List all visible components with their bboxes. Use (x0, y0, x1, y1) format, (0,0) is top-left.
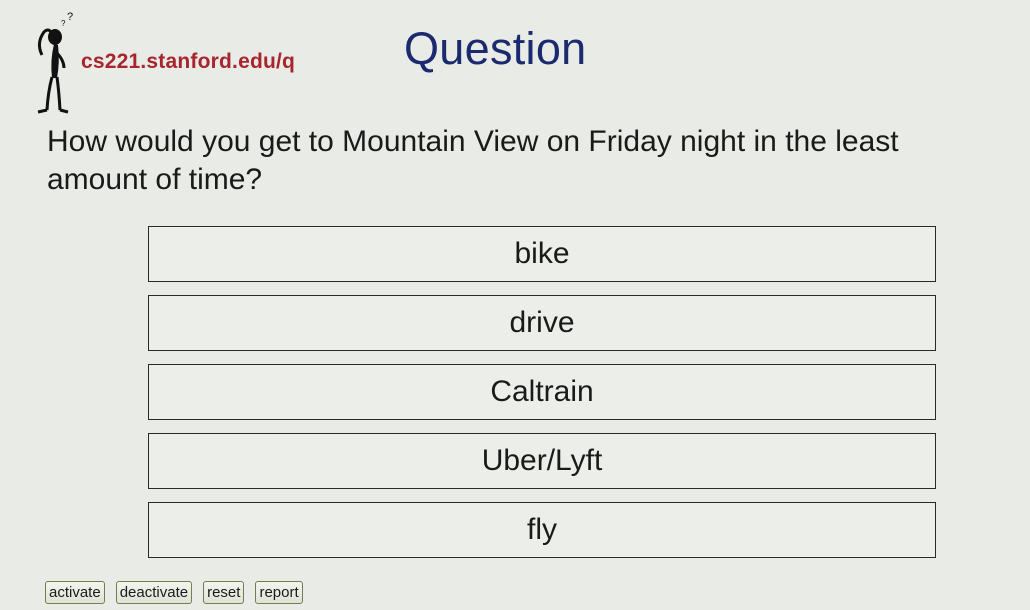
option-label: fly (527, 513, 557, 546)
answer-options: bike drive Caltrain Uber/Lyft fly (148, 226, 936, 571)
page-title: Question (404, 23, 587, 74)
option-label: Caltrain (490, 375, 594, 408)
admin-controls: activate deactivate reset report (45, 581, 303, 604)
thinking-figure-icon: ? ? (30, 10, 78, 116)
svg-text:?: ? (61, 19, 66, 28)
svg-text:?: ? (67, 11, 73, 23)
option-bike[interactable]: bike (148, 226, 936, 282)
option-caltrain[interactable]: Caltrain (148, 364, 936, 420)
option-label: drive (509, 306, 575, 339)
option-uber-lyft[interactable]: Uber/Lyft (148, 433, 936, 489)
report-button[interactable]: report (255, 581, 303, 604)
reset-button[interactable]: reset (203, 581, 245, 604)
option-label: bike (514, 237, 570, 270)
site-url: cs221.stanford.edu/q (81, 50, 296, 73)
option-drive[interactable]: drive (148, 295, 936, 351)
deactivate-button[interactable]: deactivate (115, 581, 193, 604)
activate-button[interactable]: activate (45, 581, 105, 604)
option-label: Uber/Lyft (481, 444, 603, 477)
question-text: How would you get to Mountain View on Fr… (47, 125, 899, 196)
option-fly[interactable]: fly (148, 502, 936, 558)
